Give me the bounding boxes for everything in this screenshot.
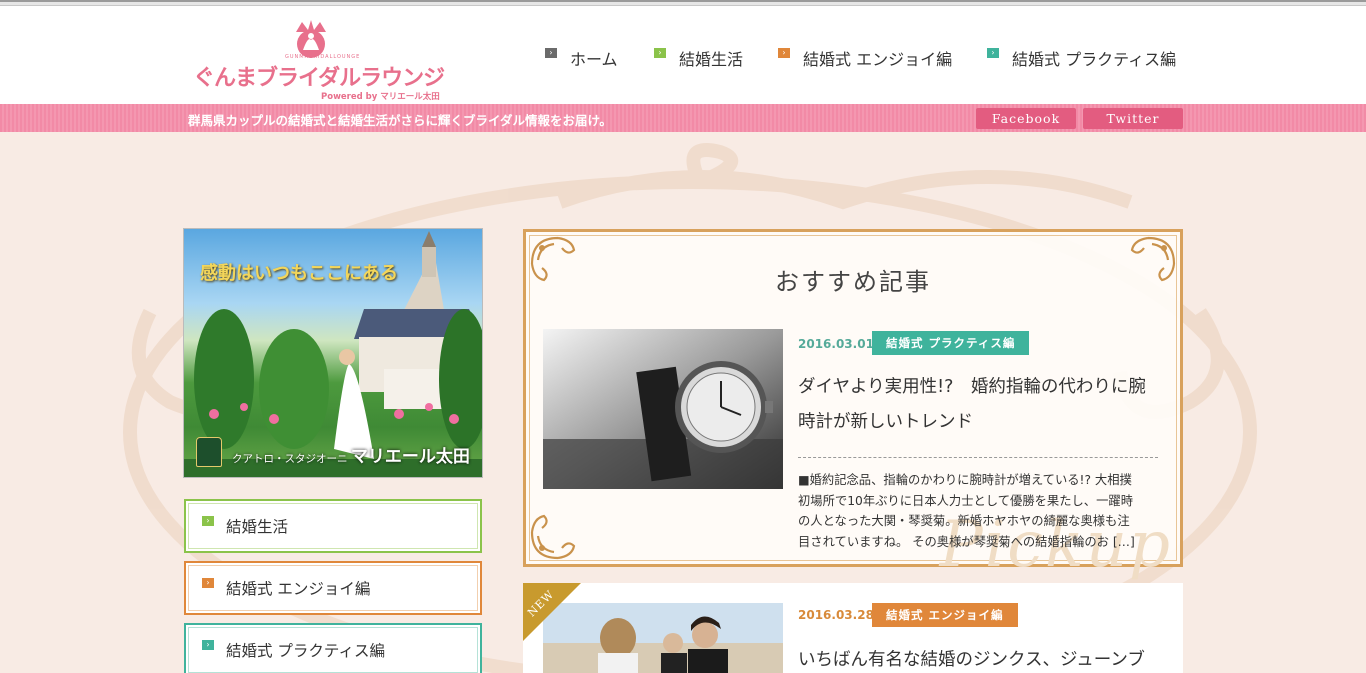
tagline-band: 群馬県カップルの結婚式と結婚生活がさらに輝くブライダル情報をお届け。 Faceb… — [0, 104, 1366, 132]
nav-married-life[interactable]: › 結婚生活 — [654, 46, 743, 70]
venue-emblem-icon — [196, 437, 222, 467]
ad-brand-name: マリエール太田 — [350, 447, 470, 467]
new-ribbon: NEW — [523, 583, 581, 641]
sidebar-category-wedding-enjoy[interactable]: › 結婚式 エンジョイ編 — [184, 561, 482, 615]
wedding-venue-ad[interactable]: 感動はいつもここにある クアトロ・スタジオーニ マリエール太田 — [183, 228, 483, 478]
article-date: 2016.03.01 — [798, 337, 874, 351]
nav-home-label: ホーム — [570, 50, 618, 69]
article-thumbnail-watch[interactable] — [543, 329, 783, 489]
chevron-right-icon: › — [778, 48, 790, 58]
article-divider — [798, 457, 1158, 458]
nav-wedding-practice[interactable]: › 結婚式 プラクティス編 — [987, 46, 1176, 70]
ornament-corner-icon — [530, 514, 576, 560]
site-header: GUNMABRIDALLOUNGE ぐんまブライダルラウンジ Powered b… — [0, 8, 1366, 104]
nav-home[interactable]: › ホーム — [545, 46, 618, 70]
crown-icon — [296, 20, 326, 58]
sidebar-category-label: 結婚生活 — [226, 518, 289, 536]
twitter-button[interactable]: Twitter — [1083, 108, 1183, 129]
article-category-badge[interactable]: 結婚式 エンジョイ編 — [872, 603, 1018, 627]
wristwatch-photo — [543, 329, 783, 489]
article-card: NEW 2016.03.28 結婚式 エンジョイ編 いちばん有名な結婚のジンクス… — [523, 583, 1183, 673]
sidebar-category-label: 結婚式 プラクティス編 — [226, 642, 385, 660]
pickup-heading: おすすめ記事 — [775, 268, 931, 296]
chevron-right-icon: › — [545, 48, 557, 58]
site-tagline: 群馬県カップルの結婚式と結婚生活がさらに輝くブライダル情報をお届け。 — [188, 113, 612, 128]
nav-wedding-enjoy-label: 結婚式 エンジョイ編 — [803, 50, 953, 69]
chevron-right-icon: › — [987, 48, 999, 58]
ad-brand-small: クアトロ・スタジオーニ — [232, 453, 348, 465]
article-title[interactable]: いちばん有名な結婚のジンクス、ジューンブ — [798, 643, 1178, 673]
article-excerpt: ■婚約記念品、指輪のかわりに腕時計が増えている!? 大相撲 初場所で10年ぶりに… — [798, 473, 1135, 549]
nav-wedding-practice-label: 結婚式 プラクティス編 — [1012, 50, 1177, 69]
nav-wedding-enjoy[interactable]: › 結婚式 エンジョイ編 — [778, 46, 952, 70]
article-category-badge[interactable]: 結婚式 プラクティス編 — [872, 331, 1030, 355]
chevron-right-icon: › — [202, 640, 214, 650]
nav-married-life-label: 結婚生活 — [679, 50, 744, 69]
ad-brand: クアトロ・スタジオーニ マリエール太田 — [232, 442, 470, 467]
logo-subtitle: Powered by マリエール太田 — [321, 92, 440, 102]
ad-headline: 感動はいつもここにある — [200, 263, 398, 284]
sidebar-category-wedding-practice[interactable]: › 結婚式 プラクティス編 — [184, 623, 482, 673]
chevron-right-icon: › — [654, 48, 666, 58]
facebook-button[interactable]: Facebook — [976, 108, 1076, 129]
chevron-right-icon: › — [202, 578, 214, 588]
site-logo[interactable]: GUNMABRIDALLOUNGE ぐんまブライダルラウンジ Powered b… — [193, 18, 445, 102]
article-date: 2016.03.28 — [798, 608, 874, 622]
window-top-edge — [0, 0, 1366, 8]
sidebar-category-married-life[interactable]: › 結婚生活 — [184, 499, 482, 553]
logo-wordmark: ぐんまブライダルラウンジ — [193, 66, 445, 91]
article-title[interactable]: ダイヤより実用性!? 婚約指輪の代わりに腕 時計が新しいトレンド — [798, 370, 1168, 440]
chevron-right-icon: › — [202, 516, 214, 526]
sidebar-category-label: 結婚式 エンジョイ編 — [226, 580, 371, 598]
pickup-section: Pickup おすすめ記事 2016.03.01 結婚式 プラクティス編 ダイヤ… — [523, 229, 1183, 582]
